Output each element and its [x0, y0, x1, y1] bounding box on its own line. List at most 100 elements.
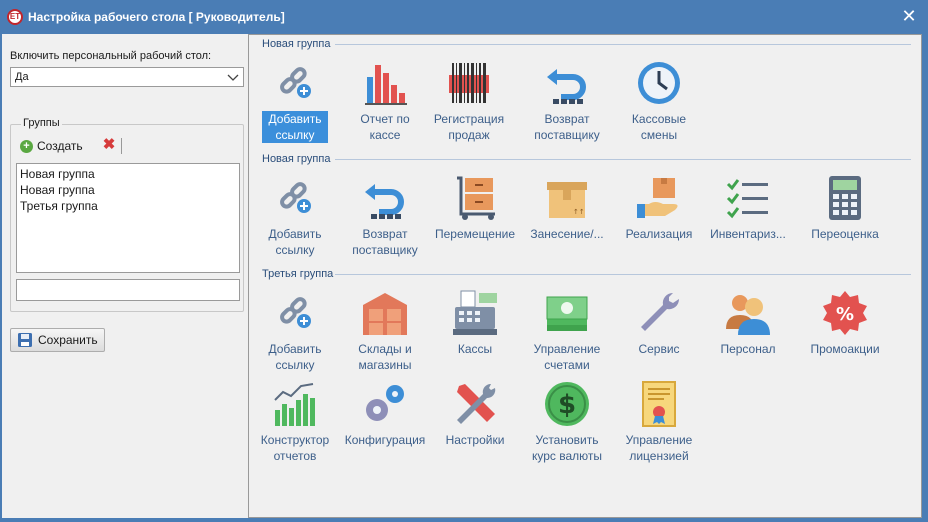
tile-transfer[interactable]: Перемещение	[435, 170, 515, 254]
app-logo-icon: ЕТ	[7, 9, 23, 25]
tile-staff[interactable]: Персонал	[711, 285, 785, 369]
tile-label: Кассы	[457, 342, 493, 356]
tile-report-builder[interactable]: Конструктор отчетов	[258, 376, 332, 463]
tile-label: Управление счетами	[533, 342, 601, 372]
tile-promotions[interactable]: % Промоакции	[808, 285, 882, 369]
chevron-down-icon	[227, 74, 239, 81]
money-icon	[546, 296, 588, 331]
cart-icon	[457, 176, 495, 220]
group-name-input[interactable]	[16, 279, 240, 301]
window-title: Настройка рабочего стола [ Руководитель]	[28, 10, 285, 24]
tile-label: Конструктор отчетов	[260, 433, 330, 463]
section-divider	[335, 159, 911, 160]
tile-label: Регистрация продаж	[433, 112, 505, 142]
certificate-icon	[642, 381, 676, 427]
link-add-icon	[280, 67, 311, 98]
tile-label: Переоценка	[811, 227, 879, 241]
box-icon: ↑↑	[547, 182, 587, 218]
enable-desktop-value: Да	[15, 71, 29, 83]
tile-label: Добавить ссылку	[268, 227, 322, 257]
tile-label: Конфигурация	[344, 433, 426, 447]
section-divider	[335, 44, 911, 45]
warehouse-icon	[363, 293, 407, 335]
create-group-label: Создать	[37, 139, 83, 153]
enable-desktop-label: Включить персональный рабочий стол:	[10, 50, 212, 62]
section-title: Третья группа	[262, 268, 334, 280]
tile-label: Отчет по кассе	[360, 112, 410, 142]
tile-settings[interactable]: Настройки	[438, 376, 512, 460]
tile-label: Возврат поставщику	[534, 112, 600, 142]
title-bar: ЕТ Настройка рабочего стола [ Руководите…	[0, 0, 928, 34]
tile-service[interactable]: Сервис	[622, 285, 696, 369]
tile-label: Возврат поставщику	[352, 227, 418, 257]
checklist-icon	[726, 179, 768, 219]
settings-window: ЕТ Настройка рабочего стола [ Руководите…	[0, 0, 928, 522]
create-group-button[interactable]: + Создать	[20, 137, 83, 155]
list-item[interactable]: Новая группа	[20, 166, 236, 182]
tile-label: Добавить ссылку	[268, 342, 322, 372]
return-arrow-icon	[547, 69, 586, 104]
tile-supplier-return[interactable]: Возврат поставщику	[530, 55, 604, 142]
tile-currency-rate[interactable]: $ Установить курс валюты	[530, 376, 604, 463]
section-title: Новая группа	[262, 38, 331, 50]
tile-inventory[interactable]: Инвентариз...	[710, 170, 786, 254]
list-item[interactable]: Новая группа	[20, 182, 236, 198]
gears-icon	[366, 385, 404, 421]
tile-label: Кассовые смены	[631, 112, 687, 142]
clock-icon	[638, 62, 680, 104]
save-label: Сохранить	[38, 333, 98, 347]
wrench-icon	[641, 292, 680, 331]
hand-box-icon	[637, 178, 678, 218]
tile-label: Занесение/...	[530, 227, 604, 241]
tools-icon	[457, 383, 496, 424]
people-icon	[726, 295, 770, 335]
calculator-icon	[829, 176, 861, 220]
tile-accounts[interactable]: Управление счетами	[530, 285, 604, 372]
tile-cash-registers[interactable]: Кассы	[438, 285, 512, 369]
tile-label: Сервис	[638, 342, 680, 356]
tile-sales-registration[interactable]: Регистрация продаж	[432, 55, 506, 142]
floppy-disk-icon	[18, 333, 32, 347]
tile-add-link[interactable]: Добавить ссылку	[258, 285, 332, 372]
tile-configuration[interactable]: Конфигурация	[345, 376, 425, 460]
tile-label: Промоакции	[810, 342, 880, 356]
section-divider	[335, 274, 911, 275]
tile-label: Перемещение	[435, 227, 515, 241]
tile-cash-report[interactable]: Отчет по кассе	[348, 55, 422, 142]
barcode-icon	[449, 63, 489, 103]
close-button[interactable]: ✕	[896, 4, 922, 28]
dollar-coin-icon: $	[545, 382, 589, 426]
percent-badge-icon: %	[823, 291, 867, 335]
group-list[interactable]: Новая группа Новая группа Третья группа	[16, 163, 240, 273]
groups-box: Группы + Создать ✖ Новая группа Новая гр…	[10, 117, 244, 312]
svg-text:%: %	[836, 304, 854, 325]
plus-icon: +	[20, 139, 33, 153]
tile-label: Добавить ссылку	[262, 111, 328, 143]
tile-entry[interactable]: ↑↑ Занесение/...	[530, 170, 604, 254]
tile-label: Персонал	[720, 342, 776, 356]
tile-license[interactable]: Управление лицензией	[622, 376, 696, 463]
tile-add-link[interactable]: Добавить ссылку	[258, 170, 332, 257]
list-item[interactable]: Третья группа	[20, 198, 236, 214]
tile-cash-shifts[interactable]: Кассовые смены	[622, 55, 696, 142]
tile-sale[interactable]: Реализация	[622, 170, 696, 254]
tile-label: Установить курс валюты	[531, 433, 603, 463]
tile-label: Инвентариз...	[710, 227, 786, 241]
save-button[interactable]: Сохранить	[10, 328, 105, 352]
return-arrow-icon	[365, 184, 404, 219]
left-panel: Включить персональный рабочий стол: Да Г…	[2, 34, 248, 518]
tile-add-link[interactable]: Добавить ссылку	[258, 55, 332, 143]
groups-legend: Группы	[21, 117, 62, 129]
section-title: Новая группа	[262, 153, 331, 165]
tile-label: Склады и магазины	[358, 342, 412, 372]
link-add-icon	[280, 182, 311, 213]
delete-group-icon[interactable]: ✖	[101, 137, 117, 153]
svg-text:↑↑: ↑↑	[573, 208, 585, 216]
tile-warehouses[interactable]: Склады и магазины	[348, 285, 422, 372]
tile-label: Реализация	[625, 227, 693, 241]
report-chart-icon	[274, 383, 315, 426]
enable-desktop-select[interactable]: Да	[10, 67, 244, 87]
tile-supplier-return[interactable]: Возврат поставщику	[348, 170, 422, 257]
tile-label: Управление лицензией	[625, 433, 693, 463]
tile-revaluation[interactable]: Переоценка	[808, 170, 882, 254]
